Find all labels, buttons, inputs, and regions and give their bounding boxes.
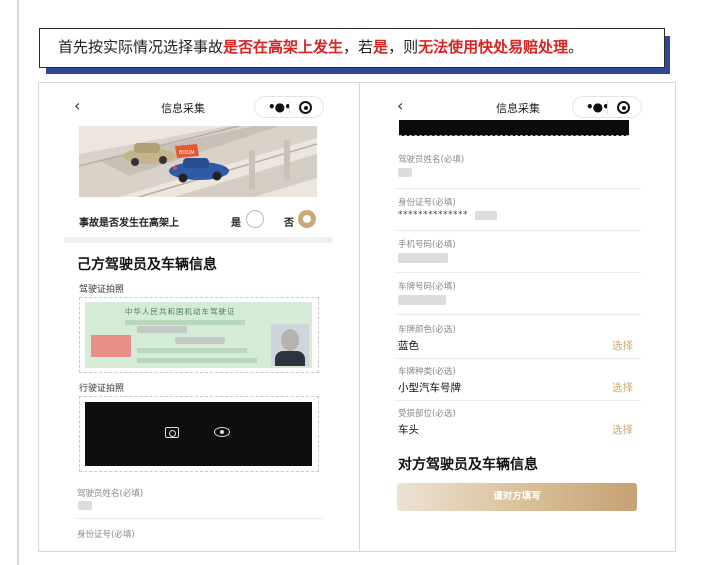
- license-blur: [175, 337, 225, 344]
- ask-other-party-fill-button[interactable]: 请对方填写: [397, 483, 637, 511]
- frame-divider: [359, 82, 360, 552]
- right-mini-program-capsule: •●•: [572, 96, 642, 118]
- license-blur: [137, 326, 187, 333]
- id-number-tail-blurred: [475, 211, 497, 220]
- left-driver-name-value-blurred[interactable]: [78, 501, 92, 510]
- banner-text-2: ，若: [343, 38, 374, 56]
- eye-icon[interactable]: [214, 427, 230, 437]
- right-phone-screen: ‹ 信息采集 •●• 驾驶员姓名(必填) 身份证号(必填) **********…: [387, 92, 649, 522]
- vehicle-license-preview: [85, 402, 312, 466]
- phone-number-label: 手机号码(必填): [398, 240, 456, 250]
- option-no-label: 否: [284, 218, 294, 229]
- damage-part-label: 受损部位(必选): [398, 409, 456, 419]
- field-divider: [395, 314, 641, 315]
- own-section-title: 己方驾驶员及车辆信息: [77, 257, 217, 273]
- license-line: [125, 320, 245, 325]
- option-yes-radio[interactable]: [246, 210, 264, 228]
- license-header-text: 中华人民共和国机动车驾驶证: [125, 307, 236, 316]
- plate-type-value: 小型汽车号牌: [398, 382, 461, 394]
- id-number-value[interactable]: **************: [398, 210, 468, 220]
- banner-highlight-yes: 是: [373, 38, 389, 56]
- capsule-separator: [607, 101, 608, 114]
- right-nav-bar: ‹ 信息采集 •●•: [387, 92, 649, 122]
- license-portrait: [271, 324, 309, 366]
- left-nav-bar: ‹ 信息采集 •●•: [64, 92, 332, 122]
- left-phone-screen: ‹ 信息采集 •●• BOOM 事故是否发生在高架上 是 否 己方驾驶员及车辆信…: [64, 92, 332, 542]
- field-divider: [395, 272, 641, 273]
- plate-number-label: 车牌号码(必填): [398, 282, 456, 292]
- more-dots-icon[interactable]: •●•: [586, 100, 610, 114]
- page-left-rule: [17, 0, 19, 565]
- field-divider: [395, 400, 641, 401]
- option-no-radio-selected[interactable]: [298, 210, 316, 228]
- banner-text-1: 首先按实际情况选择事故: [58, 38, 224, 56]
- boom-text: BOOM: [179, 150, 195, 156]
- other-party-section-title: 对方驾驶员及车辆信息: [398, 457, 538, 473]
- section-gap: [64, 237, 332, 243]
- vehicle-license-photo-label: 行驶证拍照: [79, 384, 125, 394]
- instruction-banner: 首先按实际情况选择事故是否在高架上发生，若是，则无法使用快处易赔处理。: [39, 28, 665, 68]
- left-id-number-label: 身份证号(必填): [77, 530, 135, 540]
- elevated-road-illustration: BOOM: [79, 126, 317, 197]
- plate-type-label: 车牌种类(必选): [398, 367, 456, 377]
- portrait-body: [275, 351, 305, 366]
- option-yes-label: 是: [231, 218, 241, 229]
- license-line: [137, 358, 257, 363]
- plate-color-value: 蓝色: [398, 340, 419, 352]
- driving-license-image: 中华人民共和国机动车驾驶证: [85, 302, 312, 368]
- damage-part-value: 车头: [398, 424, 419, 436]
- license-line: [137, 348, 247, 353]
- id-number-label: 身份证号(必填): [398, 198, 456, 208]
- camera-icon[interactable]: [165, 427, 179, 438]
- plate-color-label: 车牌颜色(必选): [398, 325, 456, 335]
- target-icon[interactable]: [617, 101, 630, 114]
- field-divider: [74, 518, 324, 519]
- plate-color-select[interactable]: 选择: [612, 338, 633, 353]
- portrait-face: [281, 329, 299, 351]
- damage-part-select[interactable]: 选择: [612, 422, 633, 437]
- field-divider: [395, 358, 641, 359]
- field-divider: [395, 188, 641, 189]
- target-icon[interactable]: [299, 101, 312, 114]
- elevated-question-text: 事故是否发生在高架上: [79, 218, 179, 229]
- photo-bottom-edge: [399, 120, 629, 136]
- phone-number-value-blurred[interactable]: [398, 253, 448, 263]
- banner-highlight-elevated: 是否在高架上发生: [223, 38, 344, 56]
- license-stamp: [91, 335, 131, 357]
- banner-highlight-cannot-use: 无法使用快处易赔处理: [418, 38, 569, 56]
- vehicle-license-photo-box[interactable]: [79, 396, 319, 472]
- accident-scene-svg: BOOM: [79, 126, 317, 197]
- boom-badge: BOOM: [175, 144, 199, 158]
- driving-license-photo-label: 驾驶证拍照: [79, 285, 125, 295]
- driving-license-photo-box[interactable]: 中华人民共和国机动车驾驶证: [79, 297, 319, 373]
- driver-name-label: 驾驶员姓名(必填): [398, 155, 465, 165]
- more-dots-icon[interactable]: •●•: [268, 100, 292, 114]
- capsule-separator: [289, 101, 290, 114]
- driver-name-value-blurred[interactable]: [398, 168, 412, 177]
- banner-text-4: 。: [568, 38, 584, 56]
- elevated-question-row: 事故是否发生在高架上 是 否: [79, 210, 319, 230]
- plate-number-value-blurred[interactable]: [398, 295, 446, 305]
- plate-type-select[interactable]: 选择: [612, 380, 633, 395]
- field-divider: [395, 230, 641, 231]
- banner-text-3: ，则: [388, 38, 419, 56]
- left-mini-program-capsule: •●•: [254, 96, 324, 118]
- left-driver-name-label: 驾驶员姓名(必填): [77, 489, 144, 499]
